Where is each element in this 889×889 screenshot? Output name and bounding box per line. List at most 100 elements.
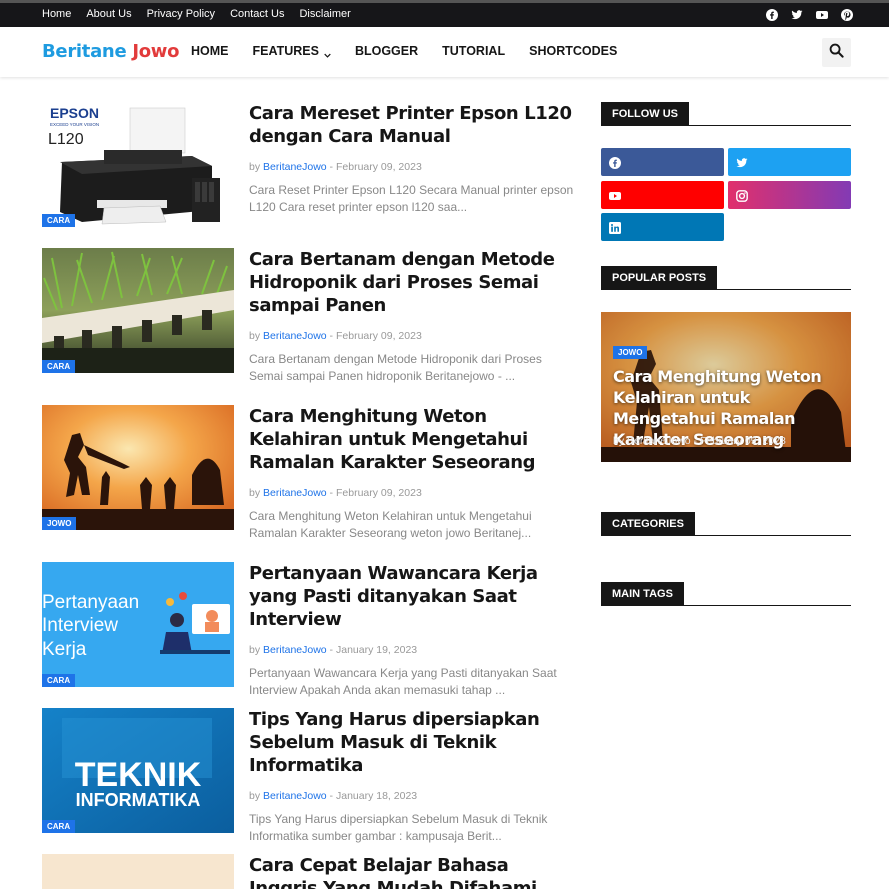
post-item: Pertanyaan Interview Kerja CARA Pertanya… [42,562,572,697]
post-thumbnail[interactable]: CARA [42,248,234,373]
top-social [766,8,853,21]
nav-home[interactable]: HOME [191,44,229,58]
nav-home-label: HOME [191,44,229,58]
nav-tutorial[interactable]: TUTORIAL [442,44,505,58]
post-thumbnail[interactable]: EPSON EXCEED YOUR VISION L120 CARA [42,102,234,227]
facebook-button[interactable] [601,148,724,176]
post-item: EPSON EXCEED YOUR VISION L120 CARA Cara … [42,102,574,227]
site-logo[interactable]: Beritane Jowo [42,41,179,62]
post-author[interactable]: BeritaneJowo [263,330,327,342]
post-title[interactable]: Tips Yang Harus dipersiapkan Sebelum Mas… [249,708,574,777]
popular-post-label[interactable]: JOWO [613,346,648,359]
post-thumbnail[interactable]: TEKNIK INFORMATIKA CARA [42,708,234,833]
post-date: January 19, 2023 [335,644,418,656]
informatika-image: TEKNIK INFORMATIKA [42,708,234,833]
post-author[interactable]: BeritaneJowo [263,790,327,802]
widget-title: CATEGORIES [601,512,695,536]
popular-post-meta: by BeritaneJowo - February 09, 2023 [613,435,786,447]
post-snippet: Cara Menghitung Weton Kelahiran untuk Me… [249,509,532,540]
interview-image: Pertanyaan Interview Kerja [42,562,234,687]
instagram-icon [736,189,748,202]
post-date: February 09, 2023 [335,330,422,342]
popular-post-author[interactable]: BeritaneJowo [627,435,691,447]
facebook-icon[interactable] [766,8,778,21]
youtube-button[interactable] [601,181,724,209]
top-links: Home About Us Privacy Policy Contact Us … [42,8,366,20]
nav-shortcodes[interactable]: SHORTCODES [529,44,617,58]
top-link-home[interactable]: Home [42,8,71,20]
popular-post-card[interactable]: JOWO Cara Menghitung Weton Kelahiran unt… [601,312,851,462]
post-thumbnail[interactable]: Pertanyaan Interview Kerja CARA [42,562,234,687]
post-body: Cara Menghitung Weton Kelahiran untuk Me… [249,405,574,542]
thumb-line-2: INFORMATIKA [76,790,201,810]
post-title[interactable]: Cara Mereset Printer Epson L120 dengan C… [249,102,574,148]
post-thumbnail[interactable]: JOWO [42,405,234,530]
post-author[interactable]: BeritaneJowo [263,487,327,499]
wayang-image [42,405,234,530]
post-body: Cara Cepat Belajar Bahasa Inggris Yang M… [249,854,572,889]
main-header: Beritane Jowo HOME FEATURES BLOGGER TUTO… [0,27,889,77]
twitter-icon[interactable] [791,8,803,20]
post-snippet: Tips Yang Harus dipersiapkan Sebelum Mas… [249,812,548,843]
post-thumbnail[interactable] [42,854,234,889]
post-title[interactable]: Cara Bertanam dengan Metode Hidroponik d… [249,248,574,317]
top-link-about[interactable]: About Us [86,8,131,20]
search-button[interactable] [822,38,851,67]
post-body: Cara Bertanam dengan Metode Hidroponik d… [249,248,574,385]
post-title[interactable]: Pertanyaan Wawancara Kerja yang Pasti di… [249,562,574,631]
nav-features[interactable]: FEATURES [253,44,331,58]
thumb-slogan: EXCEED YOUR VISION [50,122,99,127]
post-date: February 09, 2023 [335,487,422,499]
widget-categories: CATEGORIES [601,512,851,536]
twitter-button[interactable] [728,148,851,176]
post-label[interactable]: CARA [42,820,76,833]
post-snippet: Cara Bertanam dengan Metode Hidroponik d… [249,352,542,383]
nav-tutorial-label: TUTORIAL [442,44,506,58]
nav-blogger-label: BLOGGER [354,44,419,58]
pinterest-icon[interactable] [841,8,853,21]
widget-title: FOLLOW US [601,102,689,126]
post-title[interactable]: Cara Menghitung Weton Kelahiran untuk Me… [249,405,574,474]
post-snippet: Cara Reset Printer Epson L120 Secara Man… [249,183,574,214]
post-label[interactable]: CARA [42,674,76,687]
twitter-icon [736,156,748,168]
post-date: January 18, 2023 [335,790,418,802]
post-meta: by BeritaneJowo - January 19, 2023 [249,644,418,656]
printer-image: EPSON EXCEED YOUR VISION L120 [42,102,234,227]
nav-blogger[interactable]: BLOGGER [355,44,418,58]
post-item: Cara Cepat Belajar Bahasa Inggris Yang M… [42,854,572,889]
nav-shortcodes-label: SHORTCODES [529,44,618,58]
facebook-icon [609,156,621,169]
thumb-line-2: Interview [42,615,118,636]
search-icon [829,43,844,63]
top-link-privacy[interactable]: Privacy Policy [147,8,215,20]
post-label[interactable]: CARA [42,214,76,227]
linkedin-button[interactable] [601,213,724,241]
instagram-button[interactable] [728,181,851,209]
post-date: February 09, 2023 [335,161,422,173]
post-body: Tips Yang Harus dipersiapkan Sebelum Mas… [249,708,574,845]
post-item: JOWO Cara Menghitung Weton Kelahiran unt… [42,405,572,540]
post-label[interactable]: CARA [42,360,76,373]
post-item: CARA Cara Bertanam dengan Metode Hidropo… [42,248,572,383]
chevron-down-icon [324,48,331,58]
thumb-model: L120 [48,131,84,148]
post-title[interactable]: Cara Cepat Belajar Bahasa Inggris Yang M… [249,854,572,889]
youtube-icon[interactable] [816,8,828,20]
post-label[interactable]: JOWO [42,517,77,530]
widget-title: MAIN TAGS [601,582,684,606]
top-link-disclaimer[interactable]: Disclaimer [299,8,350,20]
post-body: Cara Mereset Printer Epson L120 dengan C… [249,102,574,216]
post-meta: by BeritaneJowo - January 18, 2023 [249,790,418,802]
top-link-contact[interactable]: Contact Us [230,8,284,20]
thumb-line-3: Kerja [42,639,87,660]
linkedin-icon [609,221,621,234]
post-author[interactable]: BeritaneJowo [263,644,327,656]
post-author[interactable]: BeritaneJowo [263,161,327,173]
widget-follow-us: FOLLOW US [601,102,851,126]
widget-title: POPULAR POSTS [601,266,718,290]
post-body: Pertanyaan Wawancara Kerja yang Pasti di… [249,562,574,699]
nav-features-label: FEATURES [252,44,319,58]
logo-part-1: Beritane [42,41,127,62]
widget-main-tags: MAIN TAGS [601,582,851,606]
